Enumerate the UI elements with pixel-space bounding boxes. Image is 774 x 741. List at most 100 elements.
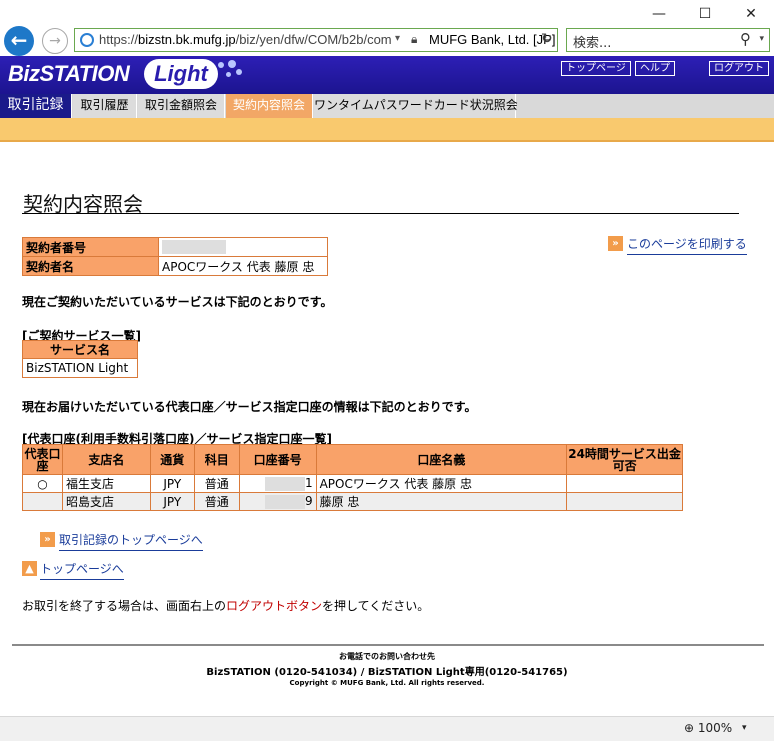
top-page-link-label[interactable]: トップページへ [40, 562, 124, 580]
col-account-name: 口座名義 [315, 444, 568, 475]
sub-nav-band [0, 118, 774, 142]
top-page-link[interactable]: ▲ トップページへ [22, 560, 124, 580]
search-input[interactable]: 検索... ⚲ ▾ [566, 28, 770, 52]
title-divider [22, 213, 739, 214]
header-logout-link[interactable]: ログアウト [709, 61, 769, 76]
type-cell: 普通 [193, 474, 240, 493]
trade-record-top-link[interactable]: » 取引記録のトップページへ [40, 531, 203, 551]
accounts-note: 現在お届けいただいている代表口座／サービス指定口座の情報は下記のとおりです。 [22, 400, 477, 414]
contractor-no-label: 契約者番号 [22, 237, 159, 257]
ie-icon [80, 33, 94, 47]
account-name-cell: 藤原 忠 [315, 492, 568, 511]
tab-trade-record[interactable]: 取引記録 [0, 94, 72, 118]
col-type: 科目 [193, 444, 240, 475]
print-page-link-label[interactable]: このページを印刷する [627, 237, 747, 255]
account-number-cell: 9 [238, 492, 317, 511]
maximize-button[interactable]: ☐ [682, 3, 728, 25]
url-dropdown-icon[interactable]: ▾ [395, 33, 400, 44]
address-bar: ← → https://bizstn.bk.mufg.jp/biz/yen/df… [0, 26, 774, 56]
zoom-level[interactable]: ⊕ 100% [684, 721, 732, 735]
logout-button-reference: ログアウトボタン [226, 599, 323, 613]
col-24h-service: 24時間サービス出金可否 [566, 444, 683, 475]
masked-value [264, 476, 305, 491]
window-titlebar: — ☐ ✕ [0, 0, 774, 26]
url-input[interactable]: https://bizstn.bk.mufg.jp/biz/yen/dfw/CO… [74, 28, 558, 52]
masked-value [264, 494, 305, 509]
arrow-right-icon: → [49, 33, 61, 49]
currency-cell: JPY [149, 474, 195, 493]
tab-otp-card-status[interactable]: ワンタイムパスワードカード状況照会 [314, 94, 518, 118]
tab-contract-inquiry[interactable]: 契約内容照会 [226, 94, 313, 118]
double-chevron-right-icon: » [40, 532, 55, 547]
zoom-icon: ⊕ [684, 721, 695, 735]
footer: お電話でのお問い合わせ先 BizSTATION (0120-541034) / … [0, 651, 774, 687]
service-cell [566, 492, 683, 511]
footer-copyright: Copyright © MUFG Bank, Ltd. All rights r… [289, 679, 485, 687]
logo-light: Light [144, 59, 218, 89]
col-account-number: 口座番号 [238, 444, 317, 475]
arrow-left-icon: ← [10, 28, 28, 52]
type-cell: 普通 [193, 492, 240, 511]
account-number-tail: 1 [304, 476, 313, 491]
zoom-value: 100% [697, 721, 733, 735]
logo-bizstation: BizSTATION [8, 61, 130, 86]
refresh-icon[interactable]: ↻ [541, 31, 553, 47]
arrow-up-icon: ▲ [22, 561, 37, 576]
table-row: ○ 福生支店 JPY 普通 1 APOCワークス 代表 藤原 忠 [22, 474, 683, 493]
table-row: 契約者番号 [22, 237, 328, 257]
footer-divider [12, 644, 764, 646]
table-row: 昭島支店 JPY 普通 9 藤原 忠 [22, 492, 683, 511]
close-window-button[interactable]: ✕ [728, 3, 774, 25]
lock-icon[interactable]: 🔒︎ [411, 32, 417, 47]
tab-trade-amount[interactable]: 取引金額照会 [138, 94, 225, 118]
branch-cell: 昭島支店 [61, 492, 151, 511]
status-bar: ⊕ 100% ▾ [0, 716, 774, 741]
search-icon[interactable]: ⚲ [740, 30, 751, 48]
rep-cell: ○ [22, 474, 63, 493]
table-header-row: 代表口座 支店名 通貨 科目 口座番号 口座名義 24時間サービス出金可否 [22, 444, 683, 475]
col-branch: 支店名 [61, 444, 151, 475]
print-page-link[interactable]: » このページを印刷する [608, 235, 747, 255]
accounts-table: 代表口座 支店名 通貨 科目 口座番号 口座名義 24時間サービス出金可否 ○ … [22, 444, 683, 511]
table-row: 契約者名 APOCワークス 代表 藤原 忠 [22, 256, 328, 276]
header-help-link[interactable]: ヘルプ [635, 61, 675, 76]
rep-cell [22, 492, 63, 511]
table-header-row: サービス名 [22, 340, 138, 359]
services-col-header: サービス名 [22, 340, 138, 359]
col-rep-account: 代表口座 [22, 444, 63, 475]
end-note-text: を押してください。 [322, 599, 430, 613]
tab-bar: 取引記録 取引履歴 取引金額照会 契約内容照会 ワンタイムパスワードカード状況照… [0, 94, 774, 118]
back-button[interactable]: ← [4, 26, 34, 56]
table-row: BizSTATION Light [22, 358, 138, 378]
col-currency: 通貨 [149, 444, 195, 475]
header-top-page-link[interactable]: トップページ [561, 61, 631, 76]
masked-value [162, 240, 226, 255]
contractor-name-label: 契約者名 [22, 256, 159, 276]
contractor-no-value [158, 237, 328, 257]
certificate-label[interactable]: MUFG Bank, Ltd. [JP] [429, 32, 555, 47]
services-note: 現在ご契約いただいているサービスは下記のとおりです。 [22, 295, 333, 309]
forward-button[interactable]: → [42, 28, 68, 54]
minimize-button[interactable]: — [636, 3, 682, 25]
tab-trade-history[interactable]: 取引履歴 [73, 94, 137, 118]
branch-cell: 福生支店 [61, 474, 151, 493]
zoom-dropdown-icon[interactable]: ▾ [742, 723, 747, 733]
currency-cell: JPY [149, 492, 195, 511]
logo-dots [216, 60, 246, 88]
account-number-tail: 9 [304, 494, 313, 509]
url-path: /biz/yen/dfw/COM/b2b/com [235, 32, 392, 47]
trade-record-top-link-label[interactable]: 取引記録のトップページへ [59, 533, 203, 551]
site-header: BizSTATION Light トップページ ヘルプ ログアウト [0, 56, 774, 94]
end-note-text: お取引を終了する場合は、画面右上の [22, 599, 227, 613]
url-host: bizstn.bk.mufg.jp [138, 32, 236, 47]
url-prefix: https:// [99, 32, 139, 47]
account-number-cell: 1 [238, 474, 317, 493]
search-placeholder: 検索... [573, 36, 612, 51]
double-chevron-right-icon: » [608, 236, 623, 251]
contractor-info-table: 契約者番号 契約者名 APOCワークス 代表 藤原 忠 [22, 237, 328, 276]
account-name-cell: APOCワークス 代表 藤原 忠 [315, 474, 568, 493]
logout-instruction: お取引を終了する場合は、画面右上のログアウトボタンを押してください。 [22, 597, 429, 614]
url-text: https://bizstn.bk.mufg.jp/biz/yen/dfw/CO… [99, 32, 392, 47]
contractor-name-value: APOCワークス 代表 藤原 忠 [158, 256, 328, 276]
search-dropdown-icon[interactable]: ▾ [759, 34, 764, 44]
